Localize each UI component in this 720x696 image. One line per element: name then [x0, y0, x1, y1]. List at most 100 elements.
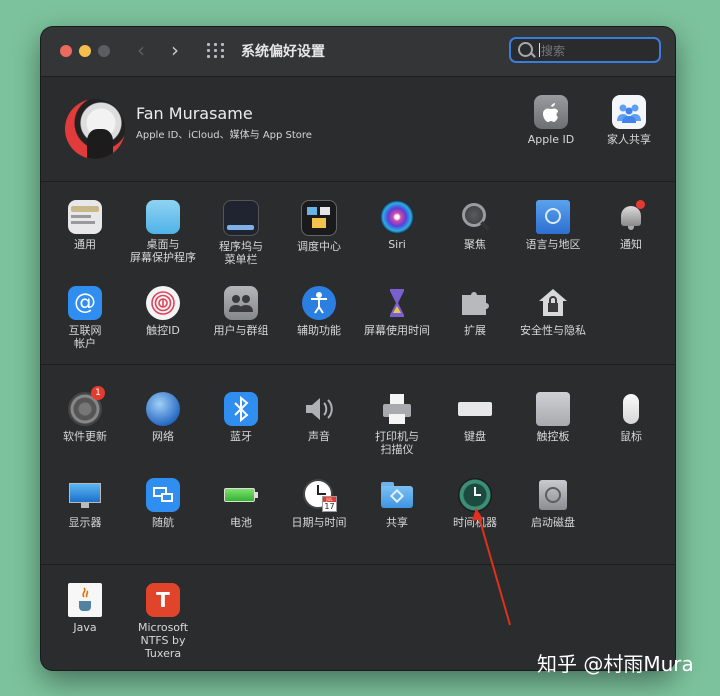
- pref-language-region[interactable]: 语言与地区: [514, 200, 592, 251]
- pref-internet-accounts[interactable]: @ 互联网 帐户: [46, 286, 124, 350]
- pref-mouse[interactable]: 鼠标: [592, 392, 670, 443]
- pref-java[interactable]: Java: [46, 583, 124, 634]
- apple-id-label: Apple ID: [527, 133, 575, 146]
- pref-software-update[interactable]: 1 软件更新: [46, 386, 124, 443]
- pref-startup-disk[interactable]: 启动磁盘: [514, 478, 592, 529]
- at-sign-icon: @: [68, 286, 102, 320]
- pref-keyboard[interactable]: 键盘: [436, 392, 514, 443]
- clock-calendar-icon: JUL 17: [302, 478, 337, 512]
- pref-dock-menubar[interactable]: 程序坞与 菜单栏: [202, 200, 280, 266]
- pref-battery[interactable]: 电池: [202, 478, 280, 529]
- keyboard-icon: [458, 392, 492, 426]
- zoom-window-button[interactable]: [98, 45, 110, 57]
- pref-printers-scanners[interactable]: 打印机与 扫描仪: [358, 392, 436, 456]
- pref-notifications[interactable]: 通知: [592, 200, 670, 251]
- network-globe-icon: [146, 392, 180, 426]
- pref-accessibility[interactable]: 辅助功能: [280, 286, 358, 337]
- pref-sharing[interactable]: 共享: [358, 478, 436, 529]
- pref-label: 日期与时间: [291, 516, 347, 529]
- pref-extensions[interactable]: 扩展: [436, 286, 514, 337]
- desktop-screensaver-icon: [146, 200, 180, 234]
- speaker-icon: [302, 392, 336, 426]
- family-sharing-icon: [612, 95, 646, 129]
- mission-control-icon: [301, 200, 337, 236]
- search-placeholder: 搜索: [541, 44, 566, 58]
- forward-chevron-icon[interactable]: ›: [171, 39, 179, 61]
- pref-label: 触控板: [536, 430, 570, 443]
- tuxera-logo-icon: T: [146, 583, 180, 617]
- pref-label: 网络: [152, 430, 174, 443]
- dock-menubar-icon: [223, 200, 259, 236]
- pref-label: 语言与地区: [525, 238, 581, 251]
- search-icon: [518, 42, 533, 57]
- fingerprint-icon: [146, 286, 180, 320]
- pref-family-sharing[interactable]: 家人共享: [590, 95, 668, 146]
- accessibility-icon: [302, 286, 336, 320]
- spotlight-magnifier-icon: [458, 200, 492, 234]
- pref-siri[interactable]: Siri: [358, 200, 436, 251]
- house-lock-icon: [536, 286, 570, 320]
- personal-preferences-section: 通用 桌面与 屏幕保护程序 程序坞与 菜单栏 调度中心 Siri 聚焦 语言与地…: [41, 182, 675, 365]
- hardware-preferences-section: 1 软件更新 网络 蓝牙 声音 打印机与 扫描仪 键盘 触控板 鼠标 显示器 随…: [41, 365, 675, 565]
- general-icon: [68, 200, 102, 234]
- pref-label: 触控ID: [146, 324, 180, 337]
- printer-icon: [380, 392, 414, 426]
- pref-time-machine[interactable]: 时间机器: [436, 478, 514, 529]
- pref-label: 聚焦: [464, 238, 486, 251]
- pref-label: 安全性与隐私: [520, 324, 586, 337]
- pref-label: 通知: [620, 238, 642, 251]
- calendar-day: 17: [324, 502, 335, 511]
- bluetooth-icon: [224, 392, 258, 426]
- pref-label: Microsoft NTFS by Tuxera: [137, 621, 189, 660]
- pref-mission-control[interactable]: 调度中心: [280, 200, 358, 253]
- pref-label: 声音: [308, 430, 330, 443]
- show-all-grid-icon[interactable]: [207, 43, 225, 59]
- pref-label: 软件更新: [63, 430, 107, 443]
- pref-screen-time[interactable]: 屏幕使用时间: [358, 286, 436, 337]
- mouse-icon: [614, 392, 648, 426]
- pref-spotlight[interactable]: 聚焦: [436, 200, 514, 251]
- pref-label: 程序坞与 菜单栏: [219, 240, 263, 266]
- notifications-bell-icon: [614, 200, 648, 234]
- pref-displays[interactable]: 显示器: [46, 478, 124, 529]
- pref-label: 扩展: [464, 324, 486, 337]
- search-input[interactable]: 搜索: [509, 37, 661, 63]
- system-preferences-window: ‹ › 系统偏好设置 搜索 Fan Murasame Apple ID、iClo…: [41, 27, 675, 670]
- pref-general[interactable]: 通用: [46, 200, 124, 251]
- pref-date-time[interactable]: JUL 17 日期与时间: [280, 478, 358, 529]
- pref-sidecar[interactable]: 随航: [124, 478, 202, 529]
- pref-network[interactable]: 网络: [124, 392, 202, 443]
- back-chevron-icon[interactable]: ‹: [137, 39, 145, 61]
- pref-label: Java: [73, 621, 97, 634]
- pref-label: 蓝牙: [230, 430, 252, 443]
- sidecar-icon: [146, 478, 180, 512]
- pref-bluetooth[interactable]: 蓝牙: [202, 392, 280, 443]
- pref-trackpad[interactable]: 触控板: [514, 392, 592, 443]
- pref-label: 显示器: [68, 516, 102, 529]
- text-caret: [539, 43, 540, 57]
- profile-name[interactable]: Fan Murasame: [136, 104, 253, 123]
- pref-touch-id[interactable]: 触控ID: [124, 286, 202, 337]
- minimize-window-button[interactable]: [79, 45, 91, 57]
- toolbar: ‹ › 系统偏好设置 搜索: [41, 27, 675, 77]
- pref-label: 辅助功能: [297, 324, 341, 337]
- pref-label: 共享: [386, 516, 408, 529]
- pref-label: 屏幕使用时间: [364, 324, 430, 337]
- display-monitor-icon: [68, 478, 102, 512]
- pref-sound[interactable]: 声音: [280, 392, 358, 443]
- pref-label: 调度中心: [297, 240, 341, 253]
- pref-label: 鼠标: [620, 430, 642, 443]
- avatar[interactable]: [65, 99, 125, 159]
- pref-desktop-screensaver[interactable]: 桌面与 屏幕保护程序: [124, 200, 202, 264]
- watermark-text: 知乎 @村雨Mura: [537, 652, 694, 676]
- pref-security-privacy[interactable]: 安全性与隐私: [514, 286, 592, 337]
- pref-microsoft-ntfs[interactable]: T Microsoft NTFS by Tuxera: [124, 583, 202, 660]
- pref-users-groups[interactable]: 用户与群组: [202, 286, 280, 337]
- pref-apple-id[interactable]: Apple ID: [512, 95, 590, 146]
- close-window-button[interactable]: [60, 45, 72, 57]
- trackpad-icon: [536, 392, 570, 426]
- profile-subtitle: Apple ID、iCloud、媒体与 App Store: [136, 130, 312, 141]
- startup-disk-icon: [536, 478, 570, 512]
- pref-label: 电池: [230, 516, 252, 529]
- pref-label: 用户与群组: [213, 324, 269, 337]
